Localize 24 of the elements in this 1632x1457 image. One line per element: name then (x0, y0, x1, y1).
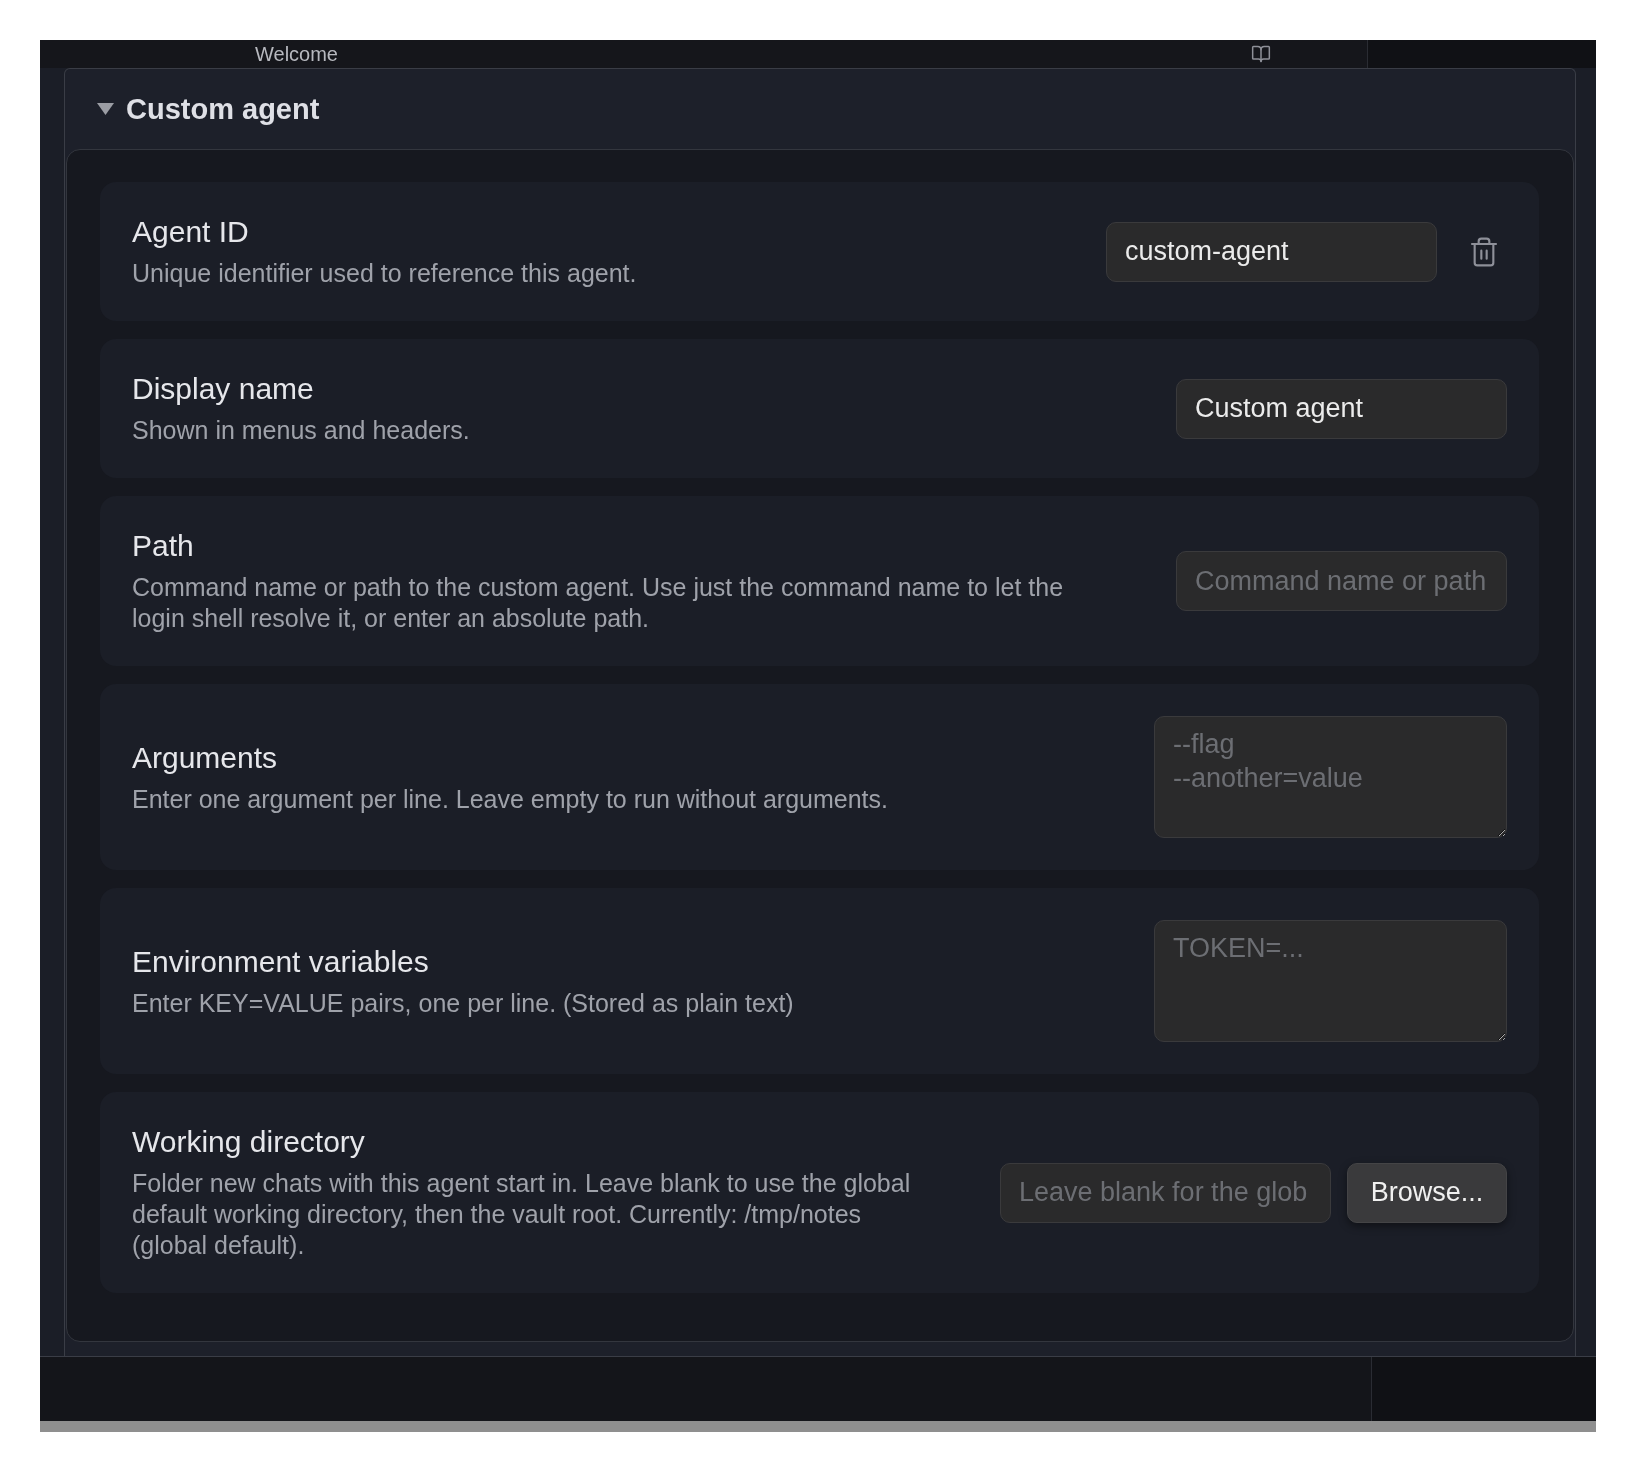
setting-label: Agent ID (132, 214, 250, 250)
text-input[interactable]: custom-agent (1106, 221, 1437, 282)
tab-title[interactable]: Welcome (255, 42, 338, 66)
setting-label: Environment variables (132, 943, 430, 980)
setting-label: Working directory (132, 1124, 366, 1160)
book-icon[interactable] (1251, 44, 1271, 64)
setting-description: Command name or path to the custom agent. Use just the command name to let the login shell resolve it, or enter an absolute path. (132, 572, 1065, 634)
setting-description: Enter KEY=VALUE pairs, one per line. (Stored as plain text) (132, 987, 795, 1019)
caret-down-icon[interactable] (97, 103, 114, 115)
setting-description: Unique identifier used to reference this agent. (132, 258, 638, 289)
setting-description: Folder new chats with this agent start in. Leave blank to use the global default working directory, then the vault root. Currently: /tmp/notes (global default). (132, 1168, 912, 1261)
browse-button[interactable]: Browse... (1347, 1162, 1507, 1223)
text-input[interactable]: Custom agent (1176, 378, 1507, 439)
trash-icon (1468, 235, 1500, 268)
section-title[interactable]: Custom agent (126, 92, 320, 126)
setting-label: Arguments (132, 739, 279, 776)
text-input[interactable]: Leave blank for the glob (1000, 1162, 1331, 1223)
setting-description: Shown in menus and headers. (132, 415, 471, 446)
setting-description: Enter one argument per line. Leave empty to run without arguments. (132, 783, 889, 815)
text-area[interactable]: TOKEN=... (1154, 920, 1507, 1042)
text-input[interactable]: Command name or path (1176, 551, 1507, 611)
text-area[interactable]: --flag --another=value (1154, 716, 1507, 838)
setting-label: Display name (132, 371, 315, 407)
setting-label: Path (132, 528, 195, 564)
